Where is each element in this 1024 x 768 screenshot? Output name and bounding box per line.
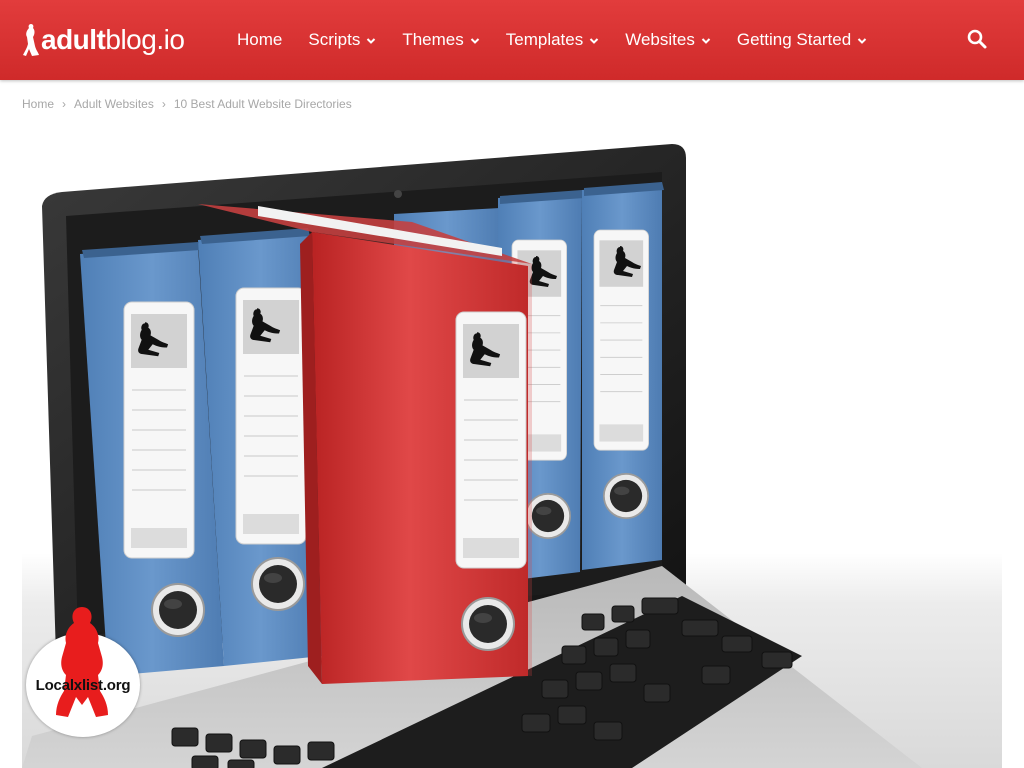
nav-item-label: Themes	[402, 30, 464, 49]
chevron-down-icon	[590, 38, 599, 44]
logo-text-bold: adult	[41, 24, 106, 55]
breadcrumb: Home › Adult Websites › 10 Best Adult We…	[22, 96, 352, 112]
nav-item-label: Websites	[625, 30, 695, 49]
nav-item-home[interactable]: Home	[237, 30, 282, 50]
nav-item-websites[interactable]: Websites	[625, 30, 711, 50]
featured-image	[22, 136, 1002, 768]
breadcrumb-home-link[interactable]: Home	[22, 97, 54, 111]
logo-text-light: blog.io	[105, 24, 185, 55]
nav-item-scripts[interactable]: Scripts	[308, 30, 376, 50]
chevron-down-icon	[857, 38, 867, 44]
localxlist-badge[interactable]: Localxlist.org	[24, 605, 142, 740]
chevron-down-icon	[701, 38, 711, 44]
nav-item-label: Scripts	[308, 30, 361, 49]
chevron-down-icon	[470, 38, 479, 44]
nav-item-themes[interactable]: Themes	[402, 30, 479, 50]
badge-label: Localxlist.org	[35, 677, 131, 694]
breadcrumb-category-link[interactable]: Adult Websites	[74, 97, 154, 111]
nav-item-getting-started[interactable]: Getting Started	[737, 30, 867, 50]
nav-item-templates[interactable]: Templates	[506, 30, 599, 50]
breadcrumb-separator: ›	[62, 97, 67, 111]
site-header: adult blog.io Home Scripts Themes Templat…	[0, 0, 1024, 80]
nav-item-label: Home	[237, 30, 283, 49]
main-nav: Home Scripts Themes Templates Websites G…	[237, 0, 893, 80]
nav-item-label: Templates	[505, 30, 584, 49]
breadcrumb-current: 10 Best Adult Website Directories	[173, 97, 352, 111]
site-logo[interactable]: adult blog.io	[22, 18, 185, 62]
nav-item-label: Getting Started	[736, 30, 852, 49]
woman-silhouette-icon	[56, 607, 108, 717]
logo-silhouette-icon	[23, 24, 39, 56]
search-icon[interactable]	[966, 28, 988, 50]
breadcrumb-separator: ›	[161, 97, 166, 111]
laptop-binders-illustration	[22, 136, 1002, 768]
chevron-down-icon	[367, 38, 376, 44]
